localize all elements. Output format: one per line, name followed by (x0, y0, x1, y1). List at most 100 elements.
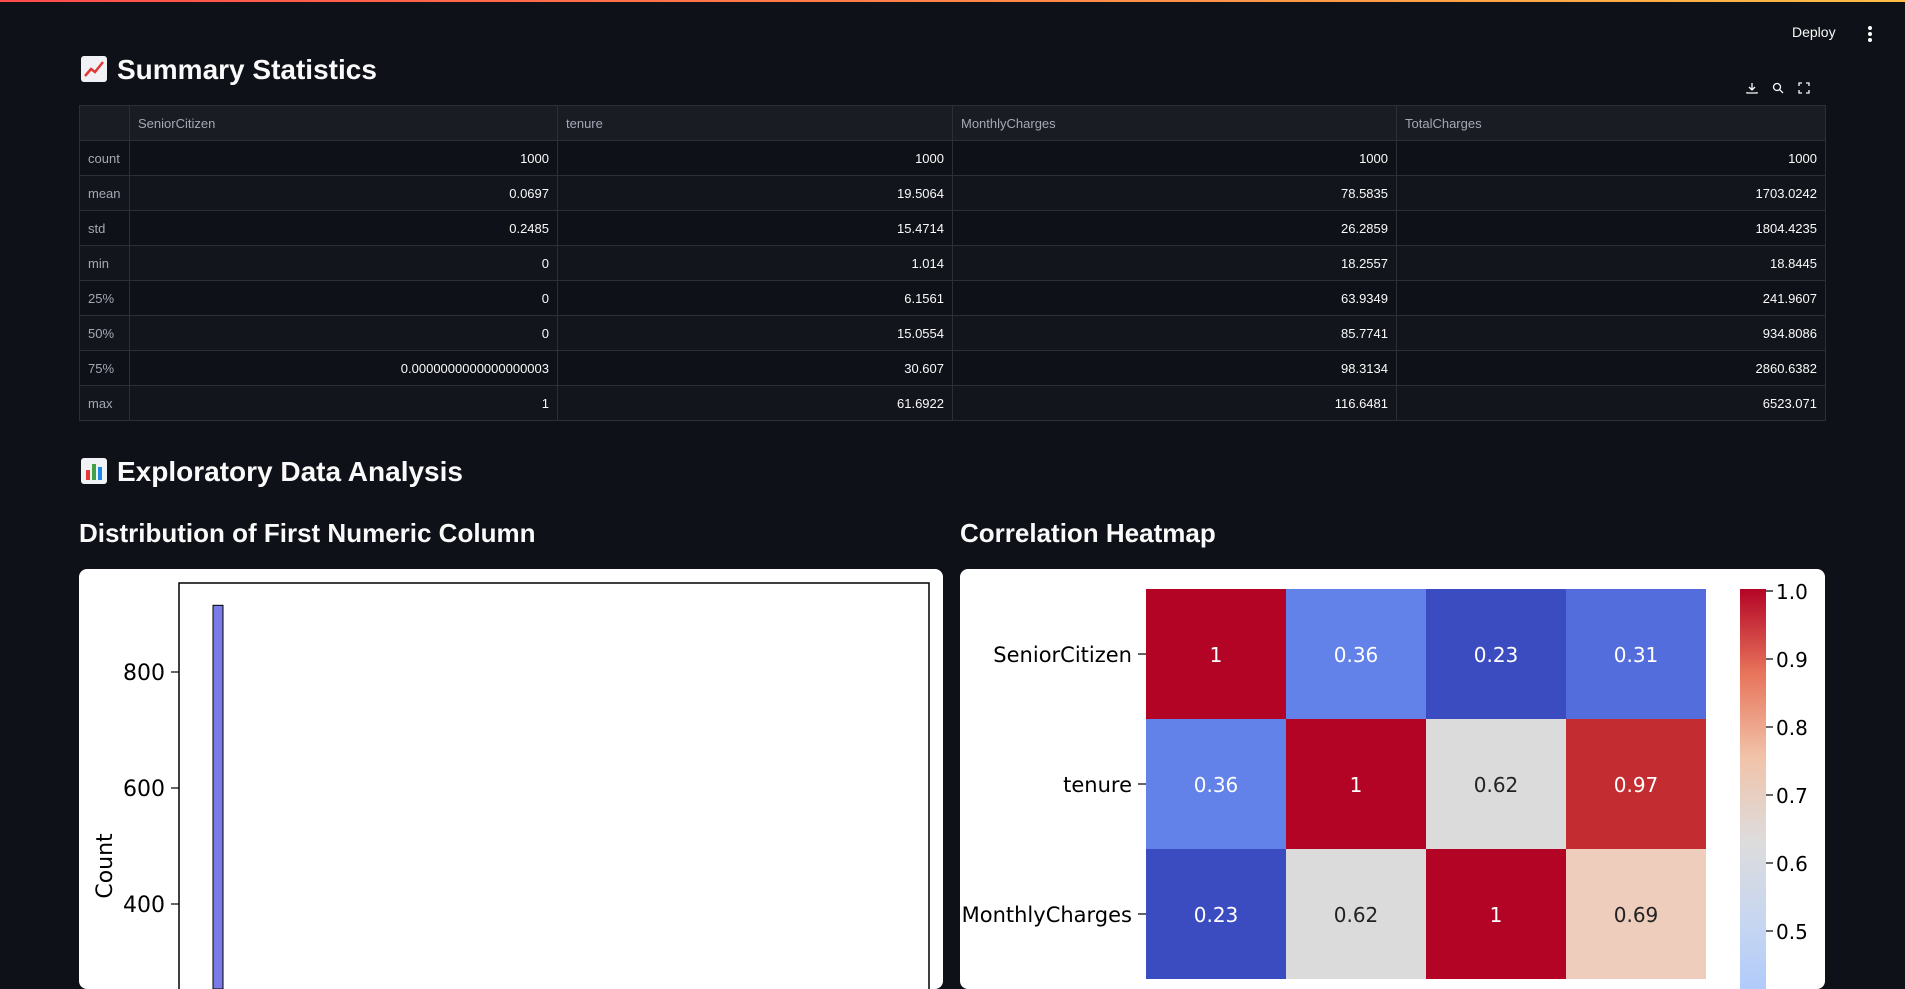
y-tick-label: 800 (123, 661, 165, 686)
heatmap-cell-label: 1 (1210, 643, 1223, 667)
table-cell[interactable]: 1000 (129, 140, 558, 176)
table-cell[interactable]: 18.8445 (1396, 245, 1826, 281)
more-vertical-icon[interactable] (1866, 26, 1874, 42)
table-cell[interactable]: 934.8086 (1396, 315, 1826, 351)
colorbar-tick-label: 0.8 (1776, 716, 1808, 740)
heatmap-cell-label: 0.36 (1194, 773, 1239, 797)
table-cell[interactable]: 63.9349 (952, 280, 1397, 316)
table-cell[interactable]: 2860.6382 (1396, 350, 1826, 386)
colorbar-tick-label: 0.6 (1776, 852, 1808, 876)
distribution-chart: 400 600 800 Count (93, 582, 930, 989)
table-cell[interactable]: 241.9607 (1396, 280, 1826, 316)
table-cell[interactable]: 6523.071 (1396, 385, 1826, 421)
summary-statistics-heading: Summary Statistics (81, 54, 377, 86)
heatmap-cell-label: 0.23 (1474, 643, 1519, 667)
column-header[interactable]: MonthlyCharges (952, 105, 1397, 141)
table-cell[interactable]: 61.6922 (557, 385, 953, 421)
heatmap-row-label: SeniorCitizen (993, 643, 1132, 667)
top-decoration-bar (0, 0, 1905, 2)
heatmap-cell-label: 0.97 (1614, 773, 1659, 797)
table-cell[interactable]: 1804.4235 (1396, 210, 1826, 246)
heatmap-cell-label: 0.62 (1334, 903, 1379, 927)
row-index-cell[interactable]: 25% (79, 280, 130, 316)
y-tick-label: 600 (123, 777, 165, 802)
table-cell[interactable]: 1000 (952, 140, 1397, 176)
table-cell[interactable]: 1703.0242 (1396, 175, 1826, 211)
heatmap-cell-label: 0.31 (1614, 643, 1659, 667)
table-row: min 0 1.014 18.2557 18.8445 (79, 245, 1826, 281)
row-index-cell[interactable]: min (79, 245, 130, 281)
table-cell[interactable]: 1000 (1396, 140, 1826, 176)
colorbar-tick-label: 0.5 (1776, 920, 1808, 944)
table-cell[interactable]: 85.7741 (952, 315, 1397, 351)
table-cell[interactable]: 0.0000000000000000003 (129, 350, 558, 386)
deploy-button[interactable]: Deploy (1792, 24, 1836, 40)
table-row: 25% 0 6.1561 63.9349 241.9607 (79, 280, 1826, 316)
row-index-cell[interactable]: count (79, 140, 130, 176)
table-cell[interactable]: 18.2557 (952, 245, 1397, 281)
distribution-chart-title: Distribution of First Numeric Column (79, 518, 536, 548)
heatmap-chart-panel: 1 0.36 0.23 0.31 0.36 1 0.62 0.97 0.23 0.62 1 0.69 … (960, 569, 1825, 989)
heatmap-cell-label: 0.23 (1194, 903, 1239, 927)
colorbar-tick-label: 1.0 (1776, 580, 1808, 604)
column-header[interactable]: TotalCharges (1396, 105, 1826, 141)
row-index-cell[interactable]: 75% (79, 350, 130, 386)
table-cell[interactable]: 6.1561 (557, 280, 953, 316)
table-cell[interactable]: 0 (129, 245, 558, 281)
dataframe-toolbar (1742, 78, 1814, 98)
y-tick-label: 400 (123, 893, 165, 918)
table-row: 50% 0 15.0554 85.7741 934.8086 (79, 315, 1826, 351)
heatmap-cell-label: 1 (1490, 903, 1503, 927)
row-index-cell[interactable]: mean (79, 175, 130, 211)
row-index-cell[interactable]: 50% (79, 315, 130, 351)
table-cell[interactable]: 1 (129, 385, 558, 421)
row-index-cell[interactable]: max (79, 385, 130, 421)
table-cell[interactable]: 15.0554 (557, 315, 953, 351)
table-cell[interactable]: 1.014 (557, 245, 953, 281)
plot-frame (178, 582, 930, 989)
y-axis-label: Count (93, 833, 118, 899)
row-index-cell[interactable]: std (79, 210, 130, 246)
summary-statistics-title: Summary Statistics (117, 54, 377, 85)
fullscreen-icon[interactable] (1794, 78, 1814, 98)
eda-title: Exploratory Data Analysis (117, 456, 463, 487)
colorbar (1740, 589, 1766, 989)
table-header-row: SeniorCitizen tenure MonthlyCharges Tota… (79, 105, 1826, 141)
table-cell[interactable]: 0.2485 (129, 210, 558, 246)
heatmap-row-label: tenure (1063, 773, 1132, 797)
table-cell[interactable]: 15.4714 (557, 210, 953, 246)
column-header[interactable]: SeniorCitizen (129, 105, 558, 141)
table-cell[interactable]: 0 (129, 280, 558, 316)
table-cell[interactable]: 0 (129, 315, 558, 351)
eda-heading: Exploratory Data Analysis (81, 456, 463, 488)
heatmap-cell-label: 0.36 (1334, 643, 1379, 667)
column-header-index[interactable] (79, 105, 130, 141)
table-cell[interactable]: 26.2859 (952, 210, 1397, 246)
table-cell[interactable]: 0.0697 (129, 175, 558, 211)
histogram-bar (212, 604, 224, 989)
heatmap-row-label: MonthlyCharges (962, 903, 1132, 927)
summary-statistics-table[interactable]: SeniorCitizen tenure MonthlyCharges Tota… (79, 105, 1826, 421)
table-row: mean 0.0697 19.5064 78.5835 1703.0242 (79, 175, 1826, 211)
table-row: 75% 0.0000000000000000003 30.607 98.3134… (79, 350, 1826, 386)
colorbar-tick-label: 0.9 (1776, 648, 1808, 672)
table-row: max 1 61.6922 116.6481 6523.071 (79, 385, 1826, 421)
chart-increasing-icon (81, 56, 107, 82)
correlation-heatmap: 1 0.36 0.23 0.310.36 1 0.62 0.970.23 0.62 1 0.69 … (962, 580, 1808, 989)
table-cell[interactable]: 1000 (557, 140, 953, 176)
table-cell[interactable]: 98.3134 (952, 350, 1397, 386)
table-cell[interactable]: 30.607 (557, 350, 953, 386)
download-icon[interactable] (1742, 78, 1762, 98)
heatmap-chart-title: Correlation Heatmap (960, 518, 1216, 548)
table-cell[interactable]: 78.5835 (952, 175, 1397, 211)
table-row: count 1000 1000 1000 1000 (79, 140, 1826, 176)
distribution-chart-panel: 400 600 800 Count (79, 569, 943, 989)
table-cell[interactable]: 116.6481 (952, 385, 1397, 421)
heatmap-cell-label: 0.62 (1474, 773, 1519, 797)
heatmap-cell-label: 1 (1350, 773, 1363, 797)
table-cell[interactable]: 19.5064 (557, 175, 953, 211)
search-icon[interactable] (1768, 78, 1788, 98)
bar-chart-icon (81, 458, 107, 484)
column-header[interactable]: tenure (557, 105, 953, 141)
table-row: std 0.2485 15.4714 26.2859 1804.4235 (79, 210, 1826, 246)
